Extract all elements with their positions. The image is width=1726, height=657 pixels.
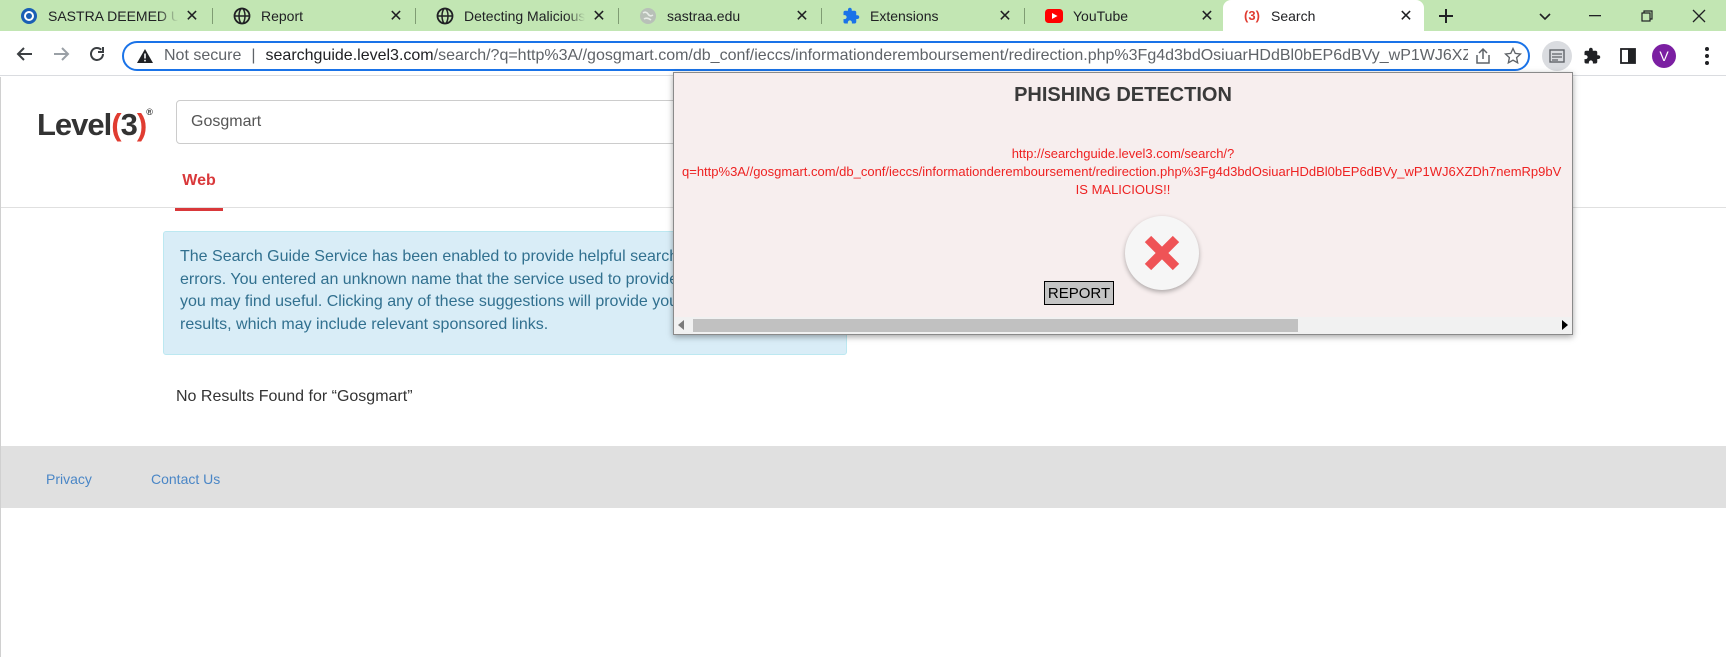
browser-menu-icon[interactable] — [1692, 41, 1722, 71]
tab-title: YouTube — [1073, 7, 1129, 24]
malicious-x-icon — [1125, 216, 1199, 290]
tab-extensions[interactable]: Extensions ✕ — [822, 0, 1023, 31]
url-host: searchguide.level3.com — [265, 47, 434, 64]
report-button[interactable]: REPORT — [1044, 281, 1114, 305]
forward-arrow-icon — [54, 47, 70, 61]
scroll-left-arrow-icon[interactable] — [678, 320, 684, 330]
url-text[interactable]: searchguide.level3.com/search/?q=http%3A… — [266, 47, 1468, 65]
phishing-detection-popup: PHISHING DETECTION http://searchguide.le… — [673, 72, 1573, 335]
youtube-icon — [1045, 7, 1063, 25]
tab-title: Search — [1271, 7, 1316, 24]
restore-button[interactable] — [1624, 0, 1670, 31]
logo-registered-mark: ® — [146, 107, 153, 117]
new-tab-button[interactable] — [1432, 2, 1460, 30]
warning-triangle-icon[interactable] — [136, 47, 154, 65]
tab-sastraa-edu[interactable]: sastraa.edu ✕ — [619, 0, 820, 31]
side-panel-icon[interactable] — [1613, 41, 1643, 71]
back-button[interactable] — [10, 39, 40, 69]
logo-digit: 3 — [120, 107, 138, 142]
tab-title: sastraa.edu — [667, 7, 741, 24]
tab-detecting-malicious[interactable]: Detecting Malicious URLs ✕ — [416, 0, 617, 31]
profile-avatar[interactable]: V — [1652, 44, 1676, 68]
no-results-message: No Results Found for “Gosgmart” — [176, 388, 413, 405]
browser-toolbar: Not secure | searchguide.level3.com/sear… — [0, 31, 1726, 76]
level3-logo[interactable]: Level(3)® — [37, 107, 153, 143]
tab-close-icon[interactable]: ✕ — [388, 8, 404, 25]
tab-report[interactable]: Report ✕ — [213, 0, 414, 31]
tab-title: Report — [261, 7, 304, 24]
popup-horizontal-scrollbar[interactable] — [674, 317, 1572, 334]
malicious-url-line-1: http://searchguide.level3.com/search/? — [1011, 146, 1235, 161]
globe-icon — [436, 7, 454, 25]
tab-close-icon[interactable]: ✕ — [794, 8, 810, 25]
scrollbar-thumb[interactable] — [693, 319, 1298, 332]
tab-title: Detecting Malicious URLs — [464, 7, 585, 24]
logo-paren-close: ) — [136, 107, 147, 142]
url-path: /search/?q=http%3A//gosgmart.com/db_conf… — [433, 47, 1468, 64]
minimize-button[interactable] — [1572, 0, 1618, 31]
globe-gray-icon — [639, 7, 657, 25]
tab-strip: SASTRA DEEMED UNIVERSITY ✕ Report ✕ Dete… — [0, 0, 1726, 31]
privacy-link[interactable]: Privacy — [46, 471, 92, 487]
close-window-button[interactable] — [1676, 0, 1722, 31]
tab-search[interactable]: (3) Search ✕ — [1223, 0, 1424, 31]
tab-close-icon[interactable]: ✕ — [997, 8, 1013, 25]
logo-text: Level — [37, 107, 112, 142]
address-bar[interactable]: Not secure | searchguide.level3.com/sear… — [122, 41, 1530, 71]
forward-button[interactable] — [46, 39, 76, 69]
tab-sastra[interactable]: SASTRA DEEMED UNIVERSITY ✕ — [0, 0, 210, 31]
scroll-right-arrow-icon[interactable] — [1562, 320, 1568, 330]
malicious-url-line-2: q=http%3A//gosgmart.com/db_conf/ieccs/in… — [682, 164, 1562, 179]
share-icon[interactable] — [1468, 44, 1498, 68]
extensions-puzzle-icon[interactable] — [1577, 41, 1607, 71]
level3-favicon-text: (3) — [1244, 8, 1260, 23]
tab-close-icon[interactable]: ✕ — [1199, 8, 1215, 25]
omnibox-separator: | — [251, 47, 256, 64]
reload-button[interactable] — [82, 39, 112, 69]
not-secure-label[interactable]: Not secure — [164, 47, 241, 65]
contact-us-link[interactable]: Contact Us — [151, 471, 220, 487]
tab-search-dropdown-icon[interactable] — [1522, 0, 1568, 31]
tab-close-icon[interactable]: ✕ — [1398, 8, 1414, 25]
bookmark-star-icon[interactable] — [1498, 44, 1528, 68]
globe-icon — [233, 7, 251, 25]
reload-icon — [90, 47, 104, 61]
page-footer: Privacy Contact Us — [1, 446, 1726, 508]
logo-paren-open: ( — [111, 107, 121, 142]
malicious-verdict: IS MALICIOUS!! — [1075, 182, 1171, 197]
tab-close-icon[interactable]: ✕ — [184, 8, 200, 25]
tab-title: SASTRA DEEMED UNIVERSITY — [48, 7, 178, 24]
phishing-extension-icon[interactable] — [1542, 41, 1572, 71]
puzzle-icon — [842, 7, 860, 25]
back-arrow-icon — [16, 47, 32, 61]
tab-youtube[interactable]: YouTube ✕ — [1025, 0, 1225, 31]
tab-close-icon[interactable]: ✕ — [591, 8, 607, 25]
tab-title: Extensions — [870, 7, 939, 24]
university-seal-icon — [20, 7, 38, 25]
level3-icon: (3) — [1243, 7, 1261, 25]
tab-web[interactable]: Web — [175, 171, 223, 211]
popup-title: PHISHING DETECTION — [1014, 84, 1232, 106]
search-input[interactable] — [176, 100, 696, 144]
